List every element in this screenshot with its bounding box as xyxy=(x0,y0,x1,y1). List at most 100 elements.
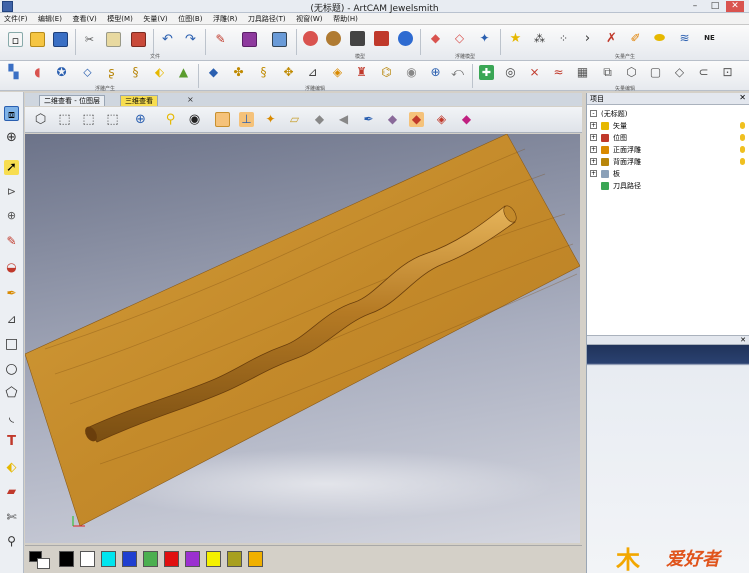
relief-create-icon[interactable]: ▚ xyxy=(6,65,21,80)
vector-fillet-icon[interactable]: ⬡ xyxy=(624,65,639,80)
toolpath-settings-icon[interactable] xyxy=(272,32,287,47)
relief-trim-icon[interactable]: ♜ xyxy=(354,65,369,80)
vector-path-icon[interactable]: ⁘ xyxy=(556,31,571,46)
relief-layer-icon[interactable]: ⬖ xyxy=(152,65,167,80)
node-edit-icon[interactable]: ⊳ xyxy=(4,184,19,199)
expand-icon[interactable]: + xyxy=(590,134,597,141)
zoom-icon[interactable]: ⊕ xyxy=(133,112,148,127)
palette-swatch-gold[interactable] xyxy=(248,551,263,567)
paste-icon[interactable] xyxy=(131,32,146,47)
palette-swatch-white[interactable] xyxy=(80,551,95,567)
expand-icon[interactable]: + xyxy=(590,122,597,129)
shaded-view-icon[interactable] xyxy=(215,112,230,127)
relief-star-icon[interactable]: ✪ xyxy=(54,65,69,80)
knife-icon[interactable]: ✄ xyxy=(4,510,19,525)
palette-swatch-black[interactable] xyxy=(59,551,74,567)
tab-close-icon[interactable]: × xyxy=(187,95,194,104)
tree-item-toolpaths[interactable]: 刀具路径 xyxy=(587,180,749,192)
eraser-icon[interactable]: ▰ xyxy=(4,484,19,499)
visibility-bulb-icon[interactable] xyxy=(740,122,745,129)
relief-tools-icon[interactable]: ✦ xyxy=(477,31,492,46)
pen-icon[interactable]: ✎ xyxy=(213,32,228,47)
vector-ring-icon[interactable]: ◎ xyxy=(503,65,518,80)
vector-wave-icon[interactable]: ≋ xyxy=(677,31,692,46)
polygon-icon[interactable]: ⬠ xyxy=(4,386,19,401)
side-view-icon[interactable]: ⬚ xyxy=(105,112,120,127)
bitmap-icon[interactable] xyxy=(242,32,257,47)
relief-merge-icon[interactable]: ◇ xyxy=(452,31,467,46)
reflect-icon[interactable]: ◆ xyxy=(459,112,474,127)
fill-drop-icon[interactable]: ⬖ xyxy=(4,460,19,475)
front-view-icon[interactable]: ⬚ xyxy=(81,112,96,127)
text-icon[interactable]: T xyxy=(4,434,19,449)
palette-swatch-green[interactable] xyxy=(143,551,158,567)
texture-view-icon[interactable]: ✦ xyxy=(263,112,278,127)
vector-arc-icon[interactable]: ⊂ xyxy=(696,65,711,80)
relief-bend-icon[interactable]: ⊕ xyxy=(428,65,443,80)
menu-view[interactable]: 查看(V) xyxy=(68,13,100,24)
circle-icon[interactable]: ○ xyxy=(4,362,19,377)
vector-pencil-icon[interactable]: ✐ xyxy=(628,31,643,46)
menu-window[interactable]: 视窗(W) xyxy=(292,13,326,24)
expand-icon[interactable]: + xyxy=(590,170,597,177)
expand-icon[interactable]: + xyxy=(590,146,597,153)
relief-shape-icon[interactable]: ◖ xyxy=(30,65,45,80)
backplane-icon[interactable]: ◀ xyxy=(336,112,351,127)
render-icon[interactable]: ◈ xyxy=(434,112,449,127)
relief-spiral-icon[interactable]: ʂ xyxy=(104,65,119,80)
new-file-icon[interactable]: ▫ xyxy=(8,32,23,47)
relief-slice-icon[interactable]: ⌬ xyxy=(379,65,394,80)
wire-view-icon[interactable]: ◆ xyxy=(409,112,424,127)
menu-edit[interactable]: 编辑(E) xyxy=(34,13,66,24)
relief-offset-icon[interactable]: ⊿ xyxy=(305,65,320,80)
globe-icon[interactable]: ⊕ xyxy=(4,130,19,145)
lower-panel-close-icon[interactable]: ✕ xyxy=(740,336,746,344)
model-flag-icon[interactable] xyxy=(374,31,389,46)
nest-icon[interactable]: NE xyxy=(702,31,717,46)
relief-twist-icon[interactable]: § xyxy=(128,65,143,80)
vector-shape-icon[interactable]: ⬬ xyxy=(652,31,667,46)
secondary-colour-swatch[interactable] xyxy=(37,558,50,569)
plane-icon[interactable]: ◆ xyxy=(312,112,327,127)
cut-icon[interactable]: ✂ xyxy=(82,32,97,47)
paint-view-icon[interactable]: ✒ xyxy=(361,112,376,127)
expand-icon[interactable]: + xyxy=(590,158,597,165)
relief-smooth-icon[interactable]: ◆ xyxy=(206,65,221,80)
vector-grid-icon[interactable]: ▦ xyxy=(575,65,590,80)
redo-icon[interactable]: ↷ xyxy=(183,32,198,47)
visibility-bulb-icon[interactable] xyxy=(740,146,745,153)
relief-sweep-icon[interactable]: ⬦ xyxy=(80,65,95,80)
palette-swatch-olive[interactable] xyxy=(227,551,242,567)
vector-trim-icon[interactable]: ⊡ xyxy=(720,65,735,80)
material-icon[interactable]: ◉ xyxy=(187,112,202,127)
paint-icon[interactable]: ◒ xyxy=(4,260,19,275)
tree-root[interactable]: - (无标题) xyxy=(587,108,749,120)
relief-reset-icon[interactable]: ⤺ xyxy=(450,65,465,80)
visibility-bulb-icon[interactable] xyxy=(740,158,745,165)
zoom-window-icon[interactable]: ⧈ xyxy=(4,106,19,121)
menu-toolpaths[interactable]: 刀具路径(T) xyxy=(244,13,290,24)
palette-swatch-red[interactable] xyxy=(164,551,179,567)
palette-swatch-yellow[interactable] xyxy=(206,551,221,567)
vector-corner-icon[interactable]: ◇ xyxy=(672,65,687,80)
ruler-icon[interactable]: ▱ xyxy=(287,112,302,127)
tree-item-sheet[interactable]: + 板 xyxy=(587,168,749,180)
iso-view-icon[interactable]: ⬡ xyxy=(33,112,48,127)
relief-combine-icon[interactable]: ◆ xyxy=(428,31,443,46)
polyline-icon[interactable]: ⊿ xyxy=(4,312,19,327)
close-button[interactable]: ✕ xyxy=(726,1,744,12)
vector-wave-edit-icon[interactable]: ≈ xyxy=(551,65,566,80)
rectangle-icon[interactable]: □ xyxy=(4,337,19,352)
pencil-icon[interactable]: ✎ xyxy=(4,234,19,249)
vector-curve-icon[interactable]: › xyxy=(580,31,595,46)
palette-swatch-purple[interactable] xyxy=(185,551,200,567)
project-panel-close-icon[interactable]: ✕ xyxy=(739,93,746,102)
menu-bitmap[interactable]: 位图(B) xyxy=(174,13,206,24)
relief-stamp-icon[interactable]: ✥ xyxy=(281,65,296,80)
maximize-button[interactable]: □ xyxy=(706,1,724,12)
vector-nodes-icon[interactable]: ⁂ xyxy=(532,31,547,46)
arc-icon[interactable]: ◟ xyxy=(4,410,19,425)
palette-swatch-blue[interactable] xyxy=(122,551,137,567)
vector-x-icon[interactable]: ⨯ xyxy=(527,65,542,80)
model-chess-icon[interactable] xyxy=(350,31,365,46)
